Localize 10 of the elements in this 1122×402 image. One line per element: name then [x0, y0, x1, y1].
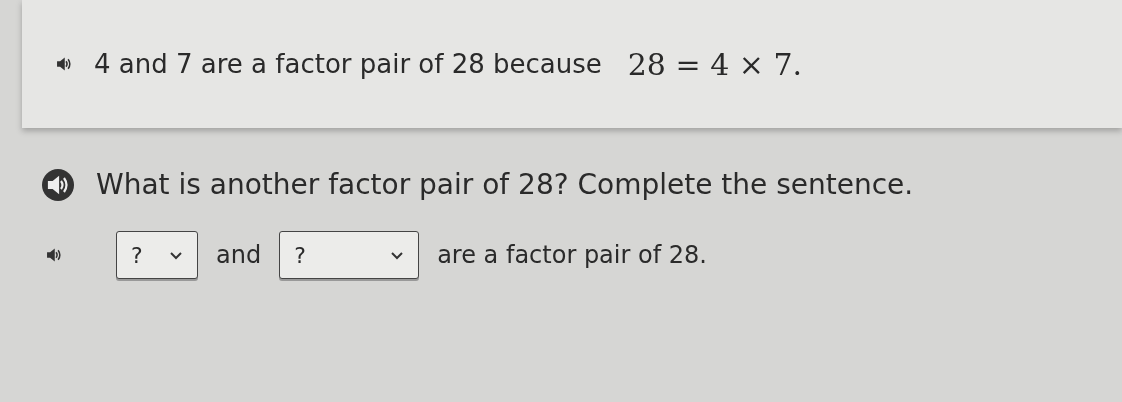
answer-dropdown[interactable]: ?: [116, 231, 198, 279]
speaker-icon[interactable]: [42, 168, 74, 201]
sentence-text: and: [216, 241, 262, 269]
caret-icon: [390, 250, 405, 260]
sentence-text: are a factor pair of 28.: [437, 241, 707, 269]
answer-dropdown[interactable]: ?: [279, 231, 420, 279]
caret-icon: [169, 250, 183, 260]
question-text: What is another factor pair of 28? Complete the sentence.: [96, 168, 914, 201]
equation: 28 = 4 × 7.: [627, 46, 803, 82]
fact-text: 4 and 7 are a factor pair of 28 because: [94, 49, 602, 79]
